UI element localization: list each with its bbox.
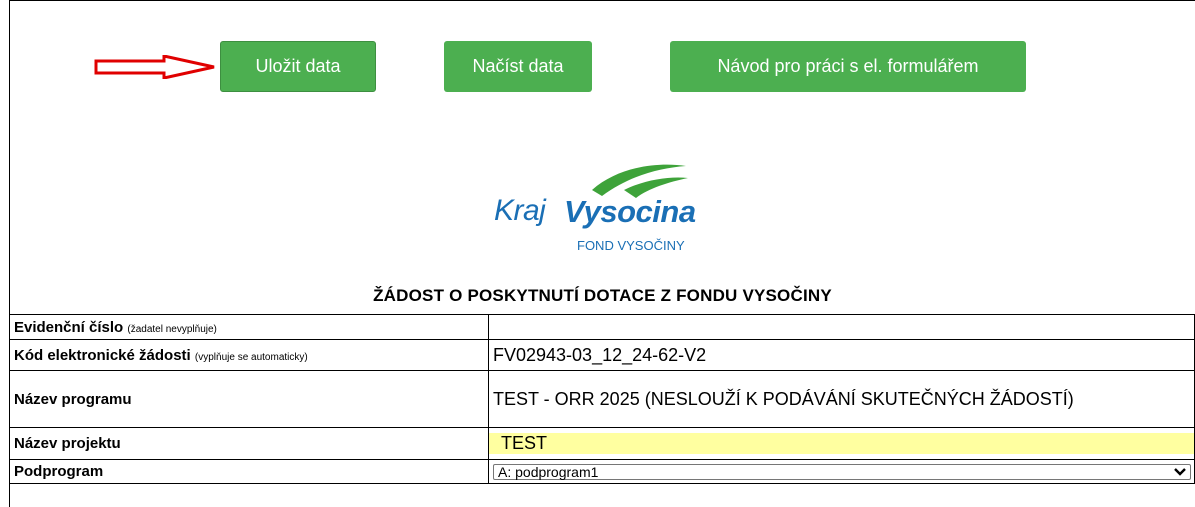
row-nazev-programu: Název programu TEST - ORR 2025 (NESLOUŽÍ… [9,370,1195,428]
arrow-right-icon [94,55,215,79]
label-kod-zadosti: Kód elektronické žádosti (vyplňuje se au… [9,339,489,371]
row-nazev-projektu: Název projektu [9,427,1195,460]
application-form-table: Evidenční číslo (žadatel nevyplňuje) Kód… [9,314,1195,484]
logo-fond-text: FOND VYSOČINY [577,238,685,253]
row-evidencni-cislo: Evidenční číslo (žadatel nevyplňuje) [9,314,1195,340]
logo-kraj-text: Kraj [494,194,546,227]
value-nazev-projektu [488,427,1195,460]
podprogram-selected: A: podprogram1 [498,463,599,480]
label-podprogram: Podprogram [9,459,489,484]
project-name-input[interactable] [489,433,1194,454]
value-nazev-programu: TEST - ORR 2025 (NESLOUŽÍ K PODÁVÁNÍ SKU… [488,370,1195,428]
label-nazev-projektu: Název projektu [9,427,489,460]
chevron-down-icon [1174,467,1186,476]
row-kod-zadosti: Kód elektronické žádosti (vyplňuje se au… [9,339,1195,371]
value-kod-zadosti: FV02943-03_12_24-62-V2 [488,339,1195,371]
label-note: (vyplňuje se automaticky) [194,351,308,363]
save-data-button[interactable]: Uložit data [220,41,376,92]
form-title: ŽÁDOST O POSKYTNUTÍ DOTACE Z FONDU VYSOČ… [373,286,832,305]
label-nazev-programu: Název programu [9,370,489,428]
label-text: Evidenční číslo [14,318,124,336]
logo-vysocina-text: Vysocina [564,194,696,229]
label-evidencni-cislo: Evidenční číslo (žadatel nevyplňuje) [9,314,489,340]
load-data-button[interactable]: Načíst data [444,41,592,92]
value-podprogram: A: podprogram1 [488,459,1195,484]
podprogram-select[interactable]: A: podprogram1 [493,463,1191,480]
kraj-vysocina-logo: Kraj Vysocina FOND VYSOČINY [494,160,724,260]
label-note: (žadatel nevyplňuje) [127,323,217,335]
form-guide-button[interactable]: Návod pro práci s el. formulářem [670,41,1026,92]
row-podprogram: Podprogram A: podprogram1 [9,459,1195,484]
label-text: Kód elektronické žádosti [14,346,191,364]
value-evidencni-cislo [488,314,1195,340]
